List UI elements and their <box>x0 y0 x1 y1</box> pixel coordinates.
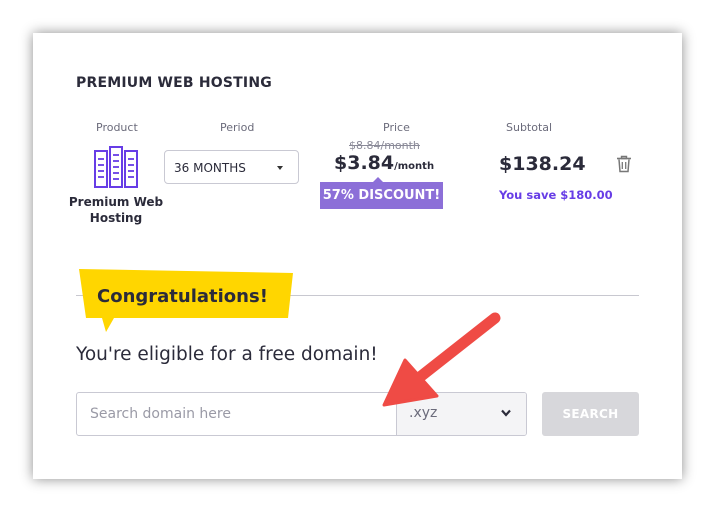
trash-icon[interactable] <box>616 155 632 173</box>
domain-search-input[interactable] <box>77 393 395 435</box>
product-name: Premium Web Hosting <box>68 195 164 225</box>
congratulations-text: Congratulations! <box>97 286 268 307</box>
savings-text: You save $180.00 <box>499 188 613 202</box>
period-value: 36 MONTHS <box>174 161 246 175</box>
original-price: $8.84/month <box>349 139 420 152</box>
subtotal-amount: $138.24 <box>499 153 586 175</box>
domain-search-group: .xyz <box>76 392 527 436</box>
search-button[interactable]: SEARCH <box>542 392 639 436</box>
column-label-product: Product <box>96 121 138 134</box>
server-stack-icon <box>94 146 138 188</box>
column-label-price: Price <box>383 121 410 134</box>
period-select[interactable]: 36 MONTHS <box>164 150 299 184</box>
free-domain-headline: You're eligible for a free domain! <box>76 344 378 365</box>
discount-badge: 57% DISCOUNT! <box>320 182 443 209</box>
caret-down-icon <box>277 166 283 170</box>
tld-value: .xyz <box>409 405 438 421</box>
current-price: $3.84/month <box>334 152 434 174</box>
order-title: PREMIUM WEB HOSTING <box>76 75 272 91</box>
order-card: PREMIUM WEB HOSTING Product Period Price… <box>33 33 682 479</box>
column-label-period: Period <box>220 121 255 134</box>
price-amount: $3.84 <box>334 152 395 174</box>
price-unit: /month <box>394 161 435 172</box>
tld-select[interactable]: .xyz <box>396 393 526 435</box>
chevron-down-icon <box>501 409 511 417</box>
column-label-subtotal: Subtotal <box>506 121 553 134</box>
